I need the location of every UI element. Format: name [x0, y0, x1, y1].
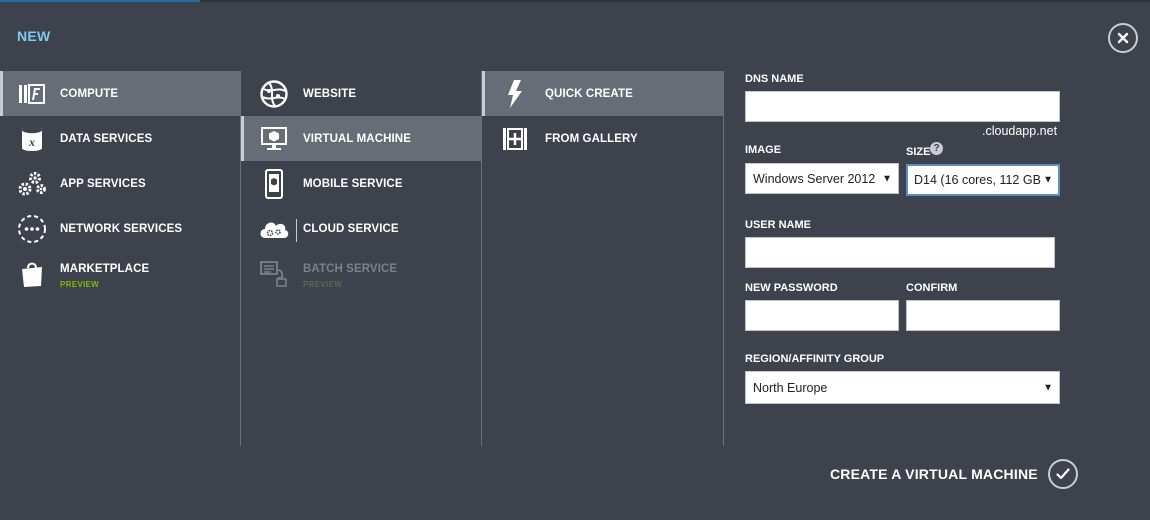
compute-item-batch-service: BATCH SERVICE PREVIEW: [241, 251, 481, 301]
data-services-icon: x: [16, 123, 48, 155]
mobile-service-icon: [258, 168, 290, 200]
category-label: APP SERVICES: [60, 177, 146, 190]
dns-name-input[interactable]: [745, 91, 1060, 122]
create-virtual-machine-button[interactable]: CREATE A VIRTUAL MACHINE: [830, 458, 1078, 490]
region-select[interactable]: North Europe ▼: [745, 371, 1060, 404]
image-select-value: Windows Server 2012: [753, 171, 876, 186]
dns-name-label: DNS NAME: [745, 73, 804, 85]
size-select-value: D14 (16 cores, 112 GB: [914, 173, 1041, 187]
close-icon: [1117, 32, 1129, 44]
compute-item-label: VIRTUAL MACHINE: [303, 132, 411, 145]
website-globe-icon: [258, 78, 290, 110]
close-button[interactable]: [1108, 23, 1138, 53]
category-app-services[interactable]: APP SERVICES: [0, 161, 240, 206]
category-label: COMPUTE: [60, 87, 119, 100]
new-password-label: NEW PASSWORD: [745, 282, 838, 294]
vm-option-label: QUICK CREATE: [545, 87, 633, 100]
category-network-services[interactable]: NETWORK SERVICES: [0, 206, 240, 251]
compute-item-label: BATCH SERVICE: [303, 263, 398, 275]
lightning-icon: [499, 78, 531, 110]
top-strip: [0, 0, 1150, 2]
top-strip-accent: [0, 0, 200, 2]
size-select[interactable]: D14 (16 cores, 112 GB ▼: [906, 164, 1060, 196]
app-services-icon: [16, 168, 48, 200]
category-label: MARKETPLACE: [60, 263, 150, 275]
confirm-password-input[interactable]: [906, 300, 1060, 331]
vm-option-quick-create[interactable]: QUICK CREATE: [482, 71, 723, 116]
compute-item-mobile-service[interactable]: MOBILE SERVICE: [241, 161, 481, 206]
region-label: REGION/AFFINITY GROUP: [745, 353, 885, 365]
category-list: COMPUTE x DATA SERVICES APP SERVICES NET…: [0, 71, 241, 446]
page-title: NEW: [17, 28, 51, 44]
dropdown-arrow-icon: ▼: [882, 173, 892, 184]
image-label: IMAGE: [745, 144, 782, 156]
text-cursor: [296, 219, 297, 242]
batch-service-icon: [258, 258, 290, 290]
create-button-label: CREATE A VIRTUAL MACHINE: [830, 466, 1038, 482]
marketplace-bag-icon: [16, 258, 48, 290]
preview-badge: PREVIEW: [60, 280, 99, 289]
virtual-machine-icon: [258, 123, 290, 155]
compute-item-label: WEBSITE: [303, 87, 357, 100]
confirm-label: CONFIRM: [906, 282, 958, 294]
compute-icon: [16, 78, 48, 110]
dropdown-arrow-icon: ▼: [1043, 382, 1053, 393]
compute-list: WEBSITE VIRTUAL MACHINE MOBILE SERVICE C…: [241, 71, 482, 446]
compute-item-label: CLOUD SERVICE: [303, 222, 399, 235]
compute-item-virtual-machine[interactable]: VIRTUAL MACHINE: [241, 116, 481, 161]
cloud-service-icon: [258, 213, 290, 245]
gallery-add-icon: [499, 123, 531, 155]
compute-item-label: MOBILE SERVICE: [303, 177, 403, 190]
new-password-input[interactable]: [745, 300, 899, 331]
vm-option-label: FROM GALLERY: [545, 132, 638, 145]
vm-option-from-gallery[interactable]: FROM GALLERY: [482, 116, 723, 161]
dropdown-arrow-icon: ▼: [1043, 174, 1053, 186]
category-marketplace[interactable]: MARKETPLACE PREVIEW: [0, 251, 240, 301]
network-services-icon: [16, 213, 48, 245]
region-select-value: North Europe: [753, 380, 828, 395]
dns-name-suffix: .cloudapp.net: [982, 124, 1058, 138]
help-icon[interactable]: ?: [930, 142, 943, 155]
vm-options-list: QUICK CREATE FROM GALLERY: [482, 71, 724, 446]
preview-badge: PREVIEW: [303, 280, 342, 289]
category-label: DATA SERVICES: [60, 132, 153, 145]
image-select[interactable]: Windows Server 2012 ▼: [745, 163, 899, 194]
user-name-label: USER NAME: [745, 219, 812, 231]
category-data-services[interactable]: x DATA SERVICES: [0, 116, 240, 161]
compute-item-cloud-service[interactable]: CLOUD SERVICE: [241, 206, 481, 251]
user-name-input[interactable]: [745, 237, 1055, 268]
checkmark-icon: [1047, 459, 1078, 489]
svg-text:x: x: [28, 135, 35, 149]
category-compute[interactable]: COMPUTE: [0, 71, 240, 116]
category-label: NETWORK SERVICES: [60, 222, 183, 235]
size-label: SIZE: [906, 146, 931, 158]
compute-item-website[interactable]: WEBSITE: [241, 71, 481, 116]
